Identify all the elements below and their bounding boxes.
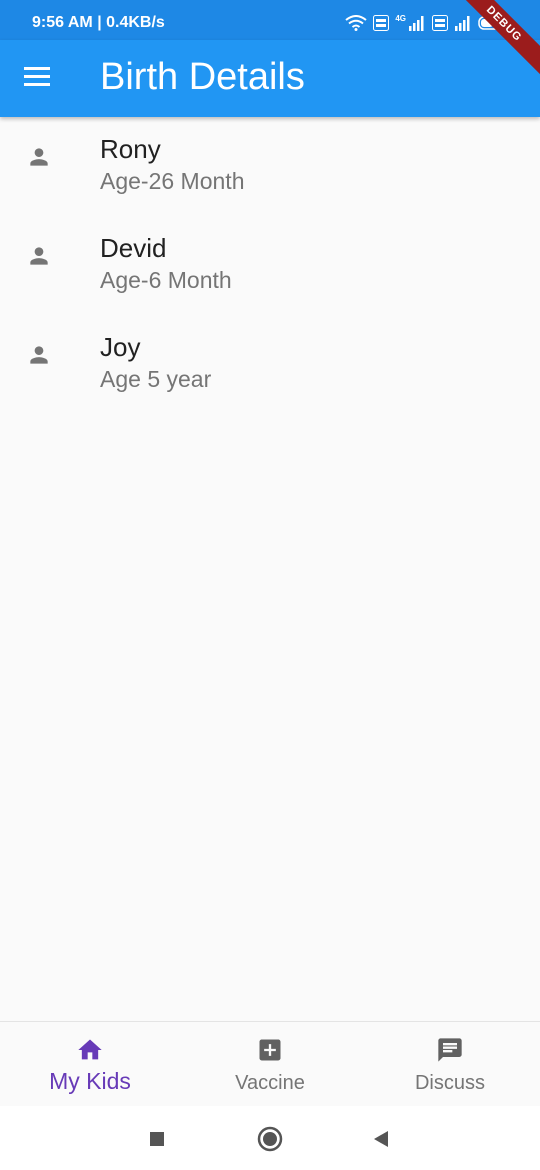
wifi-icon <box>345 15 367 31</box>
page-title: Birth Details <box>100 56 305 98</box>
person-icon <box>30 247 48 265</box>
home-button-icon[interactable] <box>255 1124 285 1154</box>
network-type-label: 4G <box>395 14 406 23</box>
chat-icon <box>438 1038 462 1062</box>
volte-icon <box>373 15 390 31</box>
kid-name: Rony <box>100 134 161 164</box>
bottom-nav: My Kids Vaccine Discuss <box>0 1021 540 1106</box>
recents-icon[interactable] <box>142 1124 172 1154</box>
nav-label: My Kids <box>49 1068 131 1094</box>
person-icon <box>30 148 48 166</box>
nav-item-vaccine[interactable]: Vaccine <box>180 1022 360 1106</box>
kid-age: Age-6 Month <box>100 267 232 293</box>
menu-icon[interactable] <box>24 67 52 91</box>
back-icon[interactable] <box>366 1124 396 1154</box>
nav-label: Vaccine <box>235 1072 305 1094</box>
nav-item-discuss[interactable]: Discuss <box>360 1022 540 1106</box>
medical-plus-icon <box>259 1039 281 1061</box>
kid-age: Age 5 year <box>100 366 212 392</box>
home-icon <box>78 1039 102 1060</box>
debug-banner-wrap: DEBUG <box>450 0 540 90</box>
kids-list: Rony Age-26 Month Devid Age-6 Month Joy … <box>0 130 540 427</box>
debug-banner: DEBUG <box>450 0 540 81</box>
kid-name: Joy <box>100 332 141 362</box>
system-nav-bar <box>0 1106 540 1170</box>
status-time: 9:56 AM | 0.4KB/s <box>32 14 165 31</box>
kid-age: Age-26 Month <box>100 168 245 194</box>
nav-item-my-kids[interactable]: My Kids <box>0 1022 180 1106</box>
signal-icon <box>409 16 424 31</box>
list-item[interactable]: Devid Age-6 Month <box>0 229 540 328</box>
nav-label: Discuss <box>414 1072 485 1094</box>
kid-name: Devid <box>100 233 167 263</box>
list-item[interactable]: Joy Age 5 year <box>0 328 540 427</box>
volte-icon-2 <box>432 15 448 31</box>
status-bar: 9:56 AM | 0.4KB/s 4G DEBUG <box>0 0 540 81</box>
person-icon <box>30 346 48 364</box>
list-item[interactable]: Rony Age-26 Month <box>0 130 540 229</box>
